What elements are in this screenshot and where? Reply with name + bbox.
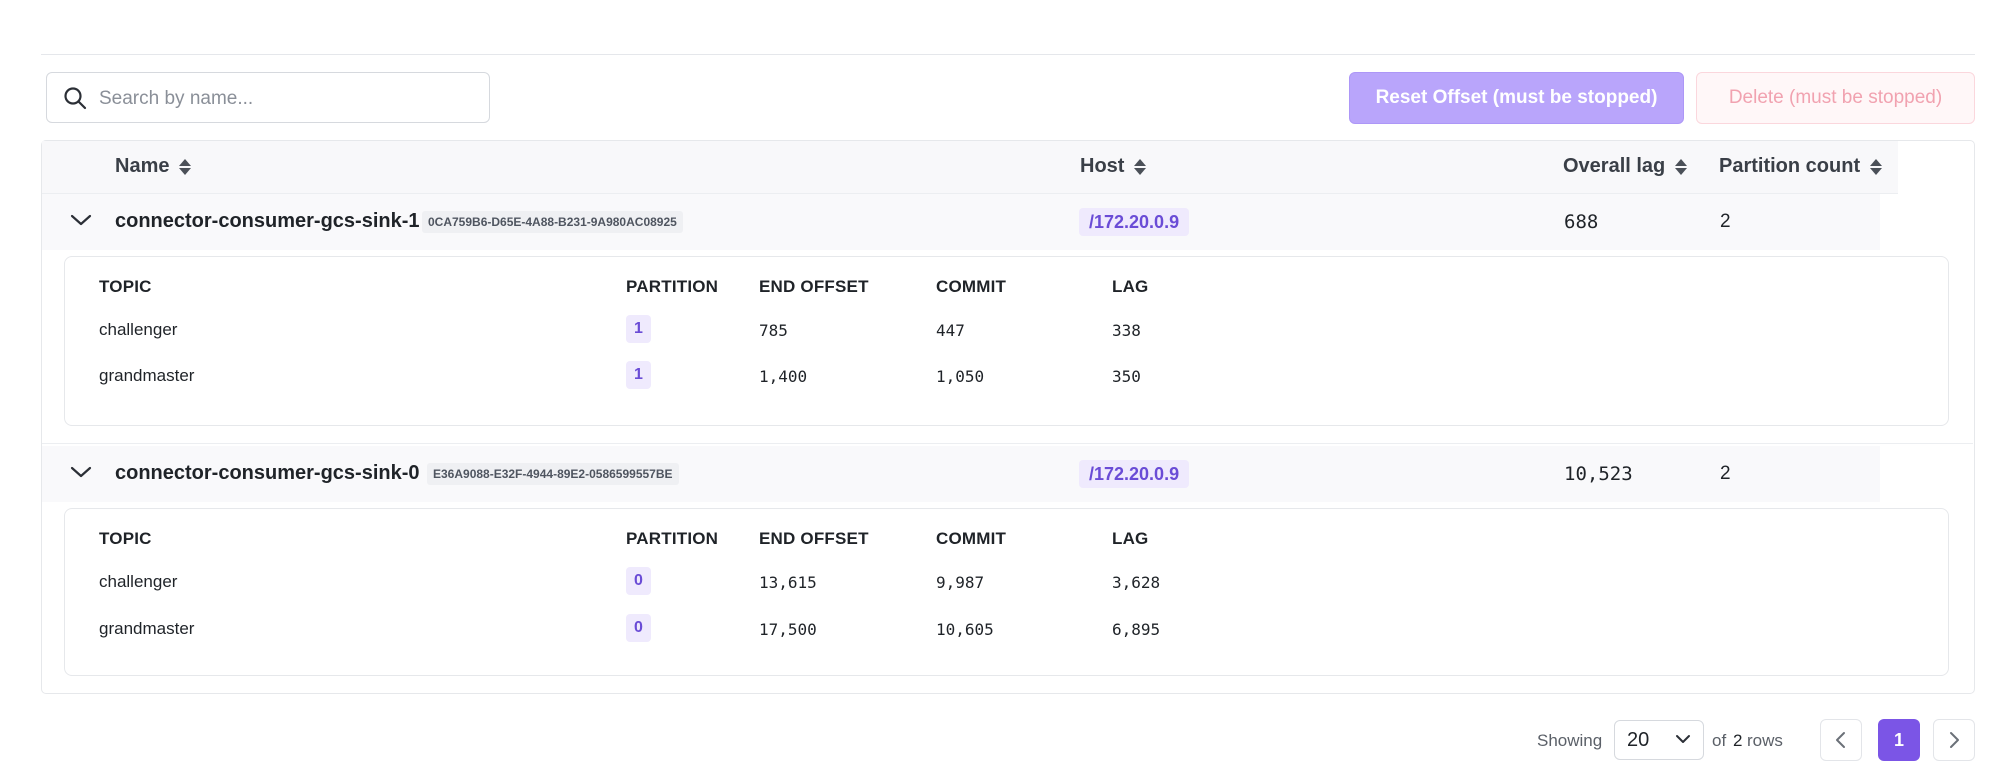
table-row[interactable]: connector-consumer-gcs-sink-0 E36A9088-E…: [42, 446, 1880, 502]
commit-cell: 9,987: [936, 573, 985, 592]
sub-header-commit: COMMIT: [936, 277, 1007, 296]
end-offset-cell: 785: [759, 321, 788, 340]
sub-header-commit: COMMIT: [936, 529, 1007, 548]
host-badge: /172.20.0.9: [1079, 460, 1190, 488]
sub-header-end-offset: END OFFSET: [759, 529, 869, 548]
search-input[interactable]: [97, 83, 481, 115]
total-rows: 2: [1733, 731, 1743, 750]
sort-icon: [1675, 158, 1688, 175]
overall-lag-value: 688: [1564, 211, 1599, 233]
showing-label: Showing: [1537, 731, 1603, 750]
sort-icon: [1870, 158, 1883, 175]
delete-button[interactable]: Delete (must be stopped): [1696, 72, 1975, 124]
sub-header-end-offset: END OFFSET: [759, 277, 869, 296]
end-offset-cell: 1,400: [759, 367, 808, 386]
partition-count-value: 2: [1720, 211, 1731, 232]
commit-cell: 447: [936, 321, 965, 340]
topic-cell: grandmaster: [99, 366, 195, 385]
column-header-host-label: Host: [1080, 155, 1125, 177]
sub-header-partition: PARTITION: [626, 529, 719, 548]
connector-id-badge: 0CA759B6-D65E-4A88-B231-9A980AC08925: [422, 211, 683, 233]
partition-badge: 0: [626, 614, 651, 642]
page-size-value: 20: [1627, 729, 1650, 751]
page-size-select[interactable]: 20: [1614, 720, 1704, 760]
commit-cell: 1,050: [936, 367, 985, 386]
lag-cell: 3,628: [1112, 573, 1161, 592]
lag-cell: 350: [1112, 367, 1141, 386]
table-row[interactable]: connector-consumer-gcs-sink-1 0CA759B6-D…: [42, 194, 1880, 250]
topic-cell: challenger: [99, 572, 178, 591]
commit-cell: 10,605: [936, 620, 994, 639]
sort-icon: [179, 158, 192, 175]
column-header-host[interactable]: Host: [1080, 155, 1147, 178]
end-offset-cell: 13,615: [759, 573, 817, 592]
partition-count-value: 2: [1720, 463, 1731, 484]
topic-cell: challenger: [99, 320, 178, 339]
top-divider: [41, 54, 1975, 55]
connector-name: connector-consumer-gcs-sink-1: [115, 210, 420, 232]
next-page-button[interactable]: [1933, 719, 1975, 761]
reset-offset-button[interactable]: Reset Offset (must be stopped): [1349, 72, 1684, 124]
column-header-name[interactable]: Name: [115, 155, 192, 178]
row-divider: [42, 443, 1973, 444]
sub-header-lag: LAG: [1112, 529, 1149, 548]
sort-icon: [1134, 158, 1147, 175]
overall-lag-value: 10,523: [1564, 463, 1633, 485]
column-header-partition-count-label: Partition count: [1719, 155, 1861, 177]
of-label: of: [1712, 731, 1727, 750]
search-box[interactable]: [46, 72, 490, 123]
connector-name: connector-consumer-gcs-sink-0: [115, 462, 420, 484]
partition-details-table: TOPIC PARTITION END OFFSET COMMIT LAG ch…: [64, 508, 1949, 676]
partition-badge: 0: [626, 567, 651, 595]
partition-badge: 1: [626, 361, 651, 389]
chevron-down-icon: [1676, 735, 1690, 743]
column-header-overall-lag[interactable]: Overall lag: [1563, 155, 1688, 178]
previous-page-button[interactable]: [1820, 719, 1862, 761]
column-header-name-label: Name: [115, 155, 170, 177]
partition-details-table: TOPIC PARTITION END OFFSET COMMIT LAG ch…: [64, 256, 1949, 426]
consumer-groups-table: Name Host Overall lag Partition count co…: [41, 140, 1975, 694]
table-header: Name Host Overall lag Partition count: [42, 141, 1898, 194]
column-header-partition-count[interactable]: Partition count: [1719, 155, 1883, 178]
connector-id-badge: E36A9088-E32F-4944-89E2-0586599557BE: [427, 463, 679, 485]
host-badge: /172.20.0.9: [1079, 208, 1190, 236]
sub-header-topic: TOPIC: [99, 529, 152, 548]
chevron-down-icon[interactable]: [70, 213, 92, 227]
lag-cell: 6,895: [1112, 620, 1161, 639]
search-icon: [64, 87, 87, 110]
lag-cell: 338: [1112, 321, 1141, 340]
chevron-down-icon[interactable]: [70, 465, 92, 479]
column-header-overall-lag-label: Overall lag: [1563, 155, 1666, 177]
sub-header-topic: TOPIC: [99, 277, 152, 296]
end-offset-cell: 17,500: [759, 620, 817, 639]
page-1-button[interactable]: 1: [1878, 719, 1920, 761]
partition-badge: 1: [626, 315, 651, 343]
sub-header-partition: PARTITION: [626, 277, 719, 296]
chevron-right-icon: [1950, 732, 1959, 748]
sub-header-lag: LAG: [1112, 277, 1149, 296]
rows-label: rows: [1747, 731, 1783, 750]
topic-cell: grandmaster: [99, 619, 195, 638]
chevron-left-icon: [1836, 732, 1845, 748]
